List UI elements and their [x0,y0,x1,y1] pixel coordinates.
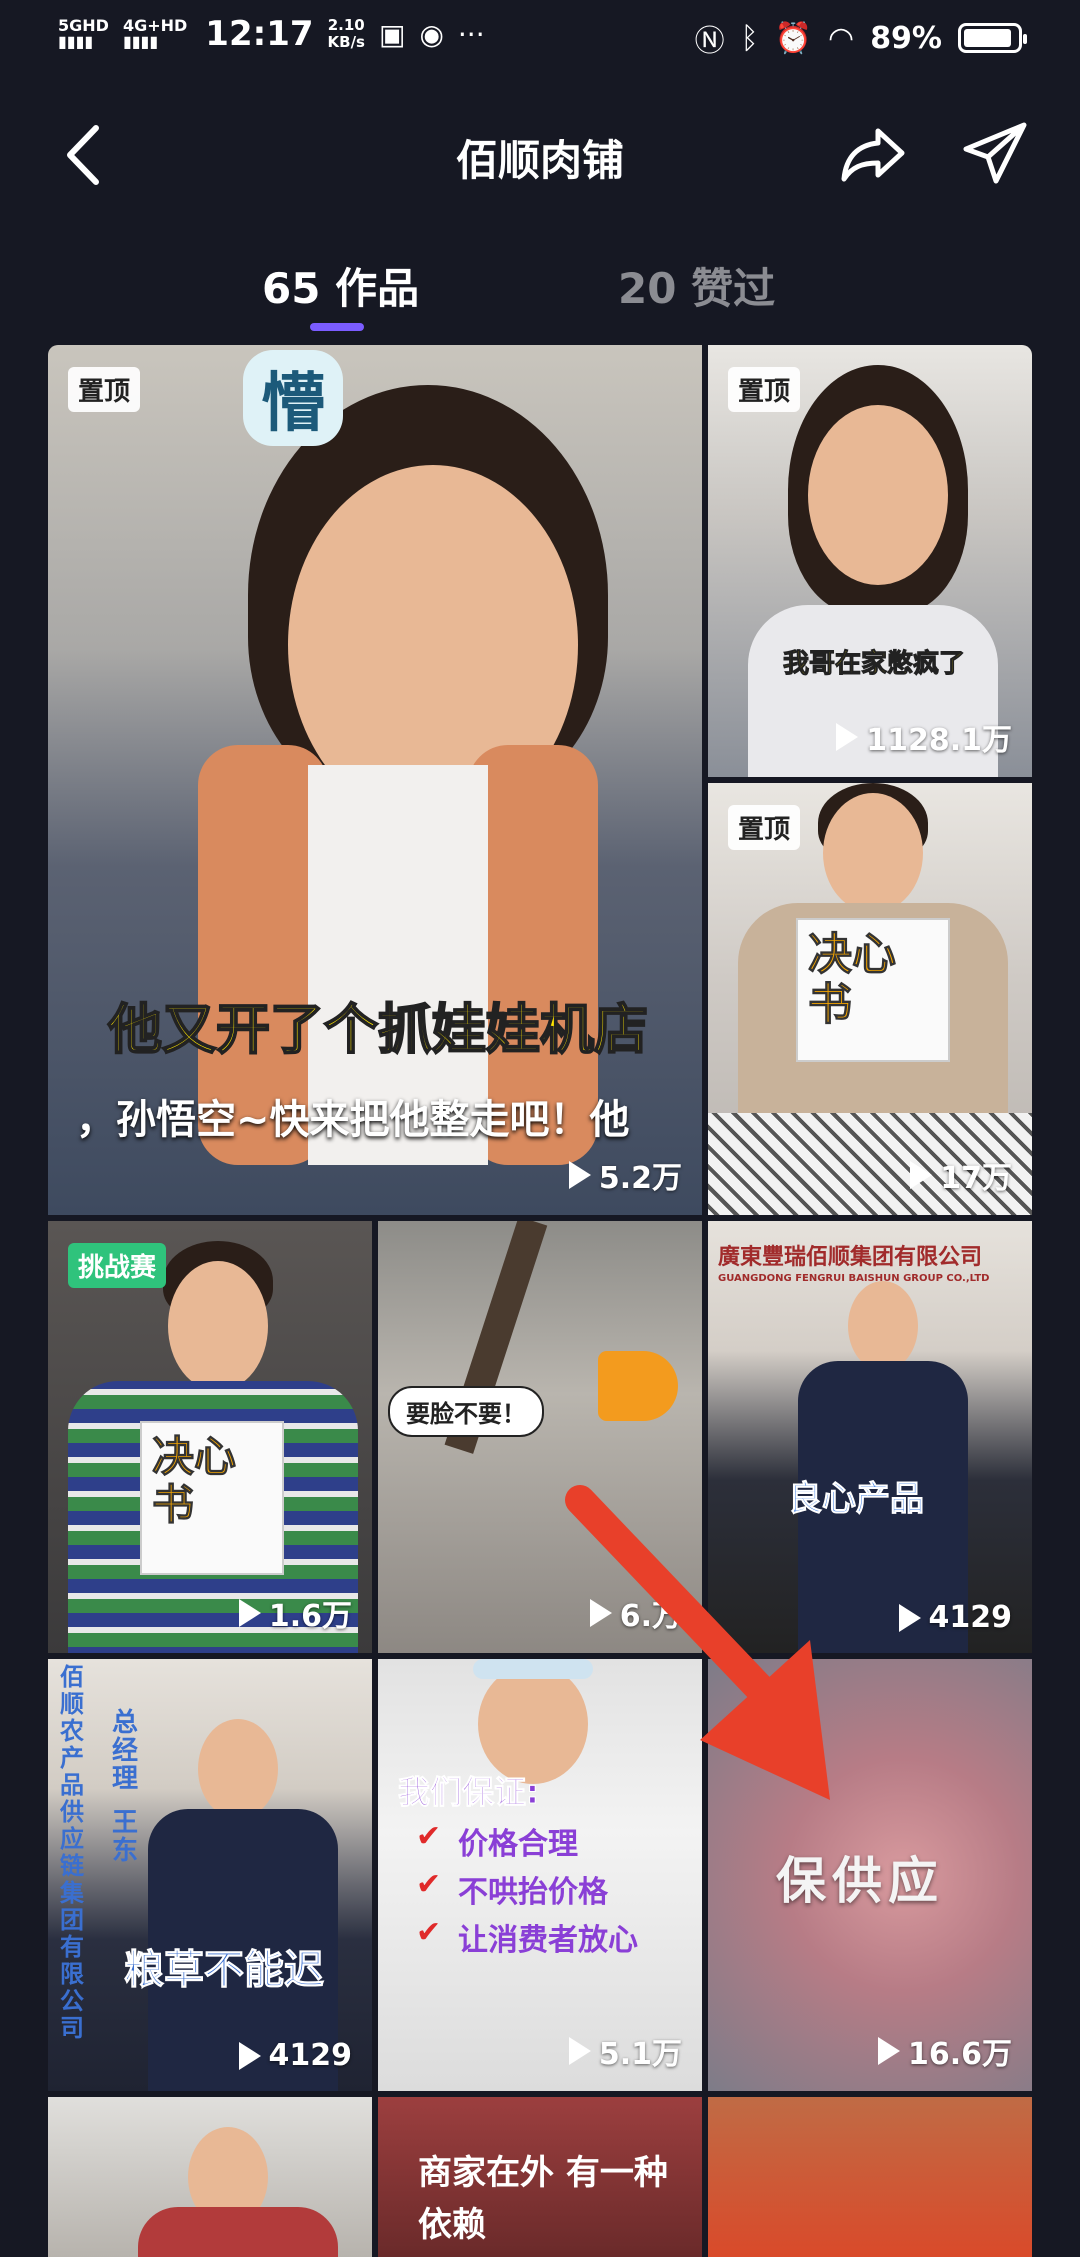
play-icon [568,1161,591,1189]
check-icon: ✔ [416,1915,442,1950]
view-count-label: 17万 [940,1161,1012,1196]
company-side-text: 佰顺农产品供应链集团有限公司 [60,1663,84,2042]
girl-face [808,405,948,585]
share-icon[interactable] [838,117,910,189]
resolution-note: 决心书 [140,1421,284,1575]
view-count-label: 1128.1万 [866,723,1012,758]
pledge-item-2: 不哄抬价格 [458,1875,608,1910]
play-icon [238,1599,261,1627]
play-icon [568,2037,591,2065]
megaphone-icon [598,1351,678,1421]
video-thumbnail-7[interactable]: 佰顺农产品供应链集团有限公司 总经理 王东 粮草不能迟 4129 [48,1659,372,2091]
video-thumbnail-11[interactable]: 商家在外 有一种依赖 [378,2097,702,2257]
company-sign: 廣東豐瑞佰顺集团有限公司 [718,1245,983,1270]
view-count-label: 4129 [268,2038,353,2073]
video-caption: 要脸不要！ [388,1386,544,1437]
video-caption: 我哥在家憋疯了 [782,649,966,680]
video-caption-subtitle: ，孙悟空~快来把他整走吧！他 [76,1097,630,1143]
view-count: 5.1万 [568,2029,682,2073]
challenge-badge: 挑战赛 [68,1243,167,1288]
annotation-arrow [565,1485,830,1800]
pinned-badge: 置顶 [68,367,141,412]
view-count-label: 5.1万 [598,2037,682,2072]
video-thumbnail-3[interactable]: 决心书 置顶 17万 [708,783,1032,1215]
signal-indicator-1: 5GHD ▮▮▮▮ [58,18,109,50]
tab-liked[interactable]: 20 赞过 [618,255,775,316]
pledge-item-3: 让消费者放心 [458,1923,638,1958]
wifi-icon: ◠ [828,20,855,56]
view-count-label: 4129 [928,1600,1013,1635]
play-icon [877,2037,900,2065]
video-thumbnail-4[interactable]: 决心书 挑战赛 1.6万 [48,1221,372,1653]
battery-icon [958,23,1027,53]
view-count: 1128.1万 [836,715,1012,759]
page-title: 佰顺肉铺 [455,136,624,185]
video-thumbnail-10[interactable] [48,2097,372,2257]
resolution-note: 决心书 [796,918,950,1062]
pinned-badge: 置顶 [728,367,801,412]
pinned-badge: 置顶 [728,805,801,850]
video-caption-headline: 他又开了个抓娃娃机店 [107,997,649,1062]
name-label: 王东 [112,1808,139,1866]
view-count: 1.6万 [238,1591,352,1635]
speed-unit: KB/s [327,33,365,51]
tab-indicator [310,323,364,331]
network-speed: 2.10 KB/s [328,17,365,51]
clock: 12:17 [205,14,314,54]
view-count: 16.6万 [877,2029,1012,2073]
note-text: 决心书 [808,929,897,1030]
play-icon [898,1603,921,1632]
view-count: 17万 [910,1153,1012,1197]
view-count-label: 5.2万 [598,1161,682,1196]
video-thumbnail-1[interactable]: 懵 置顶 他又开了个抓娃娃机店 ，孙悟空~快来把他整走吧！他 5.2万 [48,345,702,1215]
man-face [848,1281,918,1371]
view-count: 4129 [898,1600,1013,1635]
man-face [823,793,923,913]
profile-tabs: 65 作品 20 赞过 [0,255,1080,335]
company-sign-english: GUANGDONG FENGRUI BAISHUN GROUP CO.,LTD [718,1273,990,1284]
video-caption: 粮草不能迟 [124,1947,325,1994]
image-icon: ▣ [378,17,406,51]
header-bar: 佰顺肉铺 [0,95,1080,215]
video-thumbnail-12[interactable] [708,2097,1032,2257]
video-thumbnail-2[interactable]: 置顶 我哥在家憋疯了 1128.1万 [708,345,1032,777]
battery-percent: 89% [870,20,942,56]
more-icon: ··· [457,17,485,51]
view-count-label: 1.6万 [268,1599,352,1634]
video-caption: 保供应 [776,1852,944,1910]
nfc-icon: Ⓝ [694,24,725,59]
status-bar: 5GHD ▮▮▮▮ 4G+HD ▮▮▮▮ 12:17 2.10 KB/s ▣ ◉… [0,0,1080,80]
view-count: 5.2万 [568,1153,682,1197]
man-face [168,1261,268,1391]
play-icon [836,723,859,751]
video-caption: 商家在外 有一种依赖 [418,2153,668,2245]
overlay-sticker: 懵 [243,350,343,446]
note-text: 决心书 [152,1432,237,1529]
pledge-item-1: 价格合理 [458,1827,578,1862]
app-notification-icon: ◉ [419,17,444,51]
view-count-label: 16.6万 [907,2037,1012,2072]
bluetooth-icon: ᛒ [740,20,759,56]
tab-works[interactable]: 65 作品 [262,255,419,316]
signal-bars: ▮▮▮▮ [58,32,94,51]
send-icon[interactable] [958,117,1030,189]
play-icon [910,1161,933,1189]
signal-indicator-2: 4G+HD ▮▮▮▮ [123,18,187,50]
check-icon: ✔ [416,1819,442,1854]
alarm-icon: ⏰ [774,20,812,56]
pledge-heading: 我们保证: [398,1773,540,1812]
play-icon [238,2041,261,2070]
speed-value: 2.10 [327,16,365,34]
man-face [198,1719,278,1819]
check-icon: ✔ [416,1867,442,1902]
view-count: 4129 [238,2038,353,2073]
role-label: 总经理 [112,1708,139,1794]
signal-bars: ▮▮▮▮ [122,32,159,51]
